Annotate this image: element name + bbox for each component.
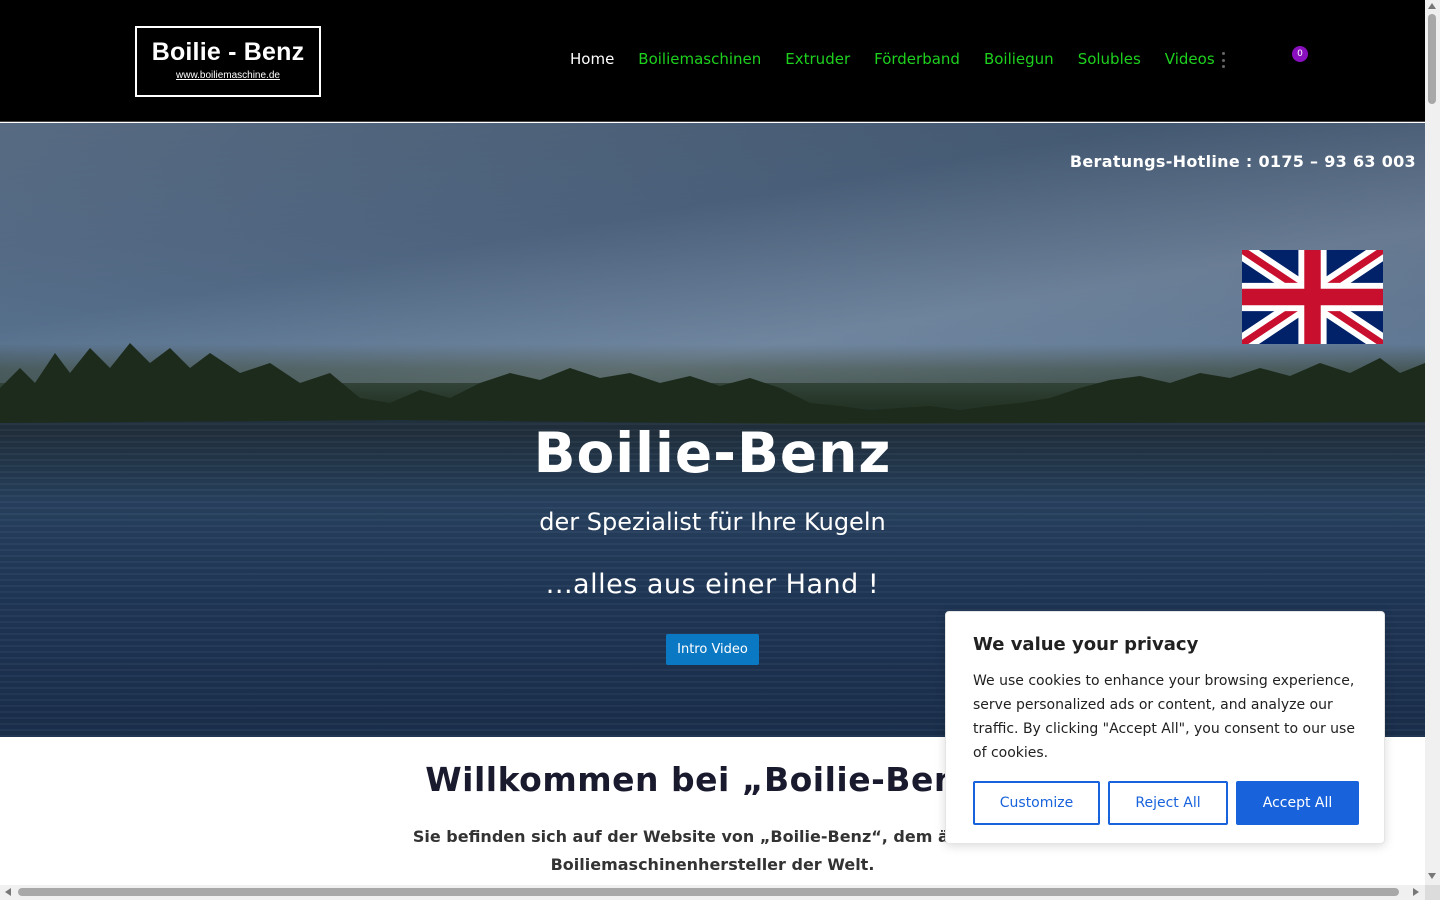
- cookie-customize-button[interactable]: Customize: [973, 781, 1100, 825]
- horizontal-scrollbar-thumb[interactable]: [18, 888, 1399, 896]
- nav-solubles[interactable]: Solubles: [1078, 50, 1141, 68]
- cookie-title: We value your privacy: [973, 634, 1199, 655]
- cookie-reject-all-button[interactable]: Reject All: [1108, 781, 1228, 825]
- vertical-dots-icon[interactable]: [1221, 52, 1225, 68]
- nav-home[interactable]: Home: [570, 50, 614, 68]
- scrollbar-corner: [1425, 885, 1440, 900]
- scroll-right-arrow-icon[interactable]: [1413, 888, 1419, 896]
- cart-count-badge: 0: [1292, 46, 1308, 62]
- hotline-text: Beratungs-Hotline : 0175 – 93 63 003: [1069, 152, 1416, 171]
- logo-url: www.boiliemaschine.de: [176, 70, 280, 81]
- nav-extruder[interactable]: Extruder: [785, 50, 850, 68]
- site-logo[interactable]: Boilie - Benz www.boiliemaschine.de: [135, 26, 321, 97]
- intro-video-button[interactable]: Intro Video: [666, 634, 759, 665]
- nav-boiliemaschinen[interactable]: Boiliemaschinen: [638, 50, 761, 68]
- nav-videos[interactable]: Videos: [1165, 50, 1215, 68]
- welcome-text: Sie befinden sich auf der Website von „B…: [412, 827, 1013, 874]
- vertical-scrollbar[interactable]: [1425, 0, 1440, 885]
- cookie-consent-banner: We value your privacy We use cookies to …: [945, 611, 1385, 844]
- logo-title: Boilie - Benz: [151, 38, 305, 66]
- hero-title: Boilie-Benz: [533, 421, 892, 485]
- cookie-text: We use cookies to enhance your browsing …: [973, 673, 1355, 761]
- hero-tagline: ...alles aus einer Hand !: [545, 569, 880, 600]
- vertical-scrollbar-thumb[interactable]: [1428, 14, 1436, 104]
- site-header: Boilie - Benz www.boiliemaschine.de Home…: [0, 0, 1425, 122]
- hero-subtitle: der Spezialist für Ihre Kugeln: [539, 508, 886, 536]
- scroll-down-arrow-icon[interactable]: [1428, 873, 1436, 879]
- uk-flag-icon[interactable]: [1242, 250, 1383, 344]
- scroll-up-arrow-icon[interactable]: [1428, 3, 1436, 9]
- nav-boiliegun[interactable]: Boiliegun: [984, 50, 1054, 68]
- cookie-accept-all-button[interactable]: Accept All: [1236, 781, 1359, 825]
- scroll-left-arrow-icon[interactable]: [5, 888, 11, 896]
- main-nav: Home Boiliemaschinen Extruder Förderband…: [570, 50, 1239, 68]
- nav-foerderband[interactable]: Förderband: [874, 50, 960, 68]
